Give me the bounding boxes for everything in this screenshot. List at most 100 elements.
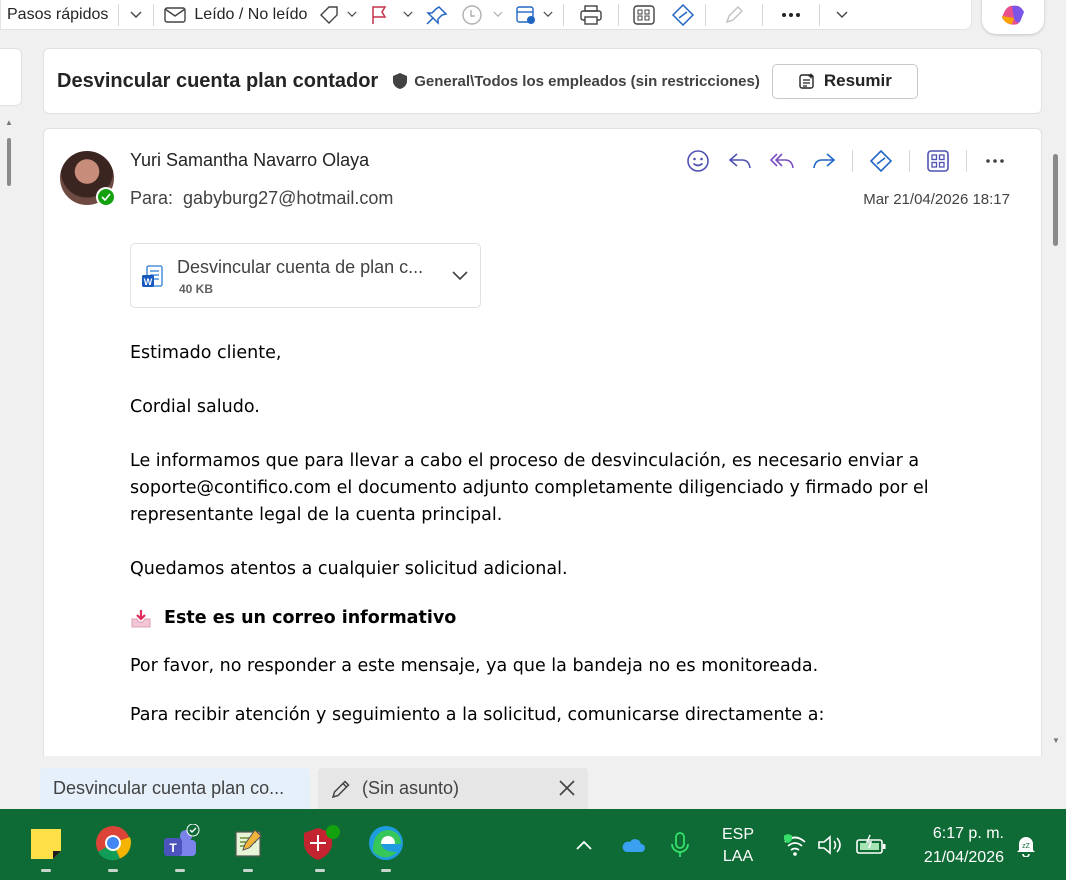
printer-icon [580,4,603,25]
envelope-icon [164,6,187,23]
recipient-line: Para: gabyburg27@hotmail.com [130,188,393,209]
read-unread-button[interactable]: Leído / No leído [158,0,313,29]
shield-app-icon [304,825,340,860]
read-unread-label: Leído / No leído [194,5,308,23]
sender-name[interactable]: Yuri Samantha Navarro Olaya [130,150,369,171]
quick-steps-dropdown[interactable] [123,0,149,29]
pen-button[interactable] [710,0,758,29]
smiley-icon [687,150,709,172]
scrollbar-thumb[interactable] [7,138,11,186]
battery-icon [856,834,886,854]
attachment-card[interactable]: W Desvincular cuenta de plan c... 40 KB [130,243,481,308]
chevron-down-icon [347,11,357,17]
loop-button[interactable] [867,147,895,175]
chevron-down-icon [543,11,553,17]
body-salutation: Cordial saludo. [130,397,260,417]
divider [762,3,764,26]
sensitivity-label[interactable]: General\Todos los empleados (sin restric… [392,72,760,90]
scroll-up-icon[interactable]: ▲ [5,118,13,127]
teams-app[interactable]: T [160,823,200,872]
edge-icon [369,826,403,860]
forward-button[interactable] [810,147,838,175]
svg-text:W: W [144,277,153,287]
quick-steps-button[interactable]: Pasos rápidos [1,0,114,29]
divider [563,3,565,26]
microphone-icon [671,831,689,857]
quick-steps-label: Pasos rápidos [7,5,109,23]
notifications-button[interactable]: zZ [1014,809,1038,880]
presence-indicator [96,187,116,207]
folder-pane-edge[interactable] [0,48,22,106]
divider [852,150,853,172]
scroll-down-icon[interactable]: ▼ [1052,736,1060,745]
react-button[interactable] [684,147,712,175]
check-icon [98,189,114,205]
ribbon-expand-button[interactable] [824,0,860,29]
rules-button[interactable] [509,0,559,29]
apps-button[interactable] [623,0,665,29]
reading-pane: Yuri Samantha Navarro Olaya Para: gabybur… [43,128,1042,756]
running-indicator [41,869,51,872]
body-paragraph-4: Para recibir atención y seguimiento a la… [130,705,825,725]
clock-date: 21/04/2026 [923,849,1004,866]
input-language[interactable]: ESP LAA [722,824,754,868]
attachment-name: Desvincular cuenta de plan c... [177,257,424,277]
message-body: Estimado cliente, Cordial saludo. Le inf… [130,340,970,729]
divider [618,3,620,26]
tab-open-message[interactable]: Desvincular cuenta plan co... [40,768,310,809]
snooze-button[interactable] [455,0,509,29]
running-indicator [381,869,391,872]
divider [909,150,910,172]
pen-icon [726,5,744,23]
chevron-down-icon [130,11,142,18]
reading-pane-scrollbar[interactable]: ▼ [1047,128,1066,756]
pencil-icon [331,779,350,798]
language-code: ESP [722,826,755,843]
tab-label: Desvincular cuenta plan co... [53,778,285,798]
scrollbar-thumb[interactable] [1053,154,1058,246]
network-tray[interactable] [782,809,808,880]
attachment-menu-button[interactable] [452,268,468,286]
message-list-scrollbar[interactable]: ▲ ▼ [2,112,16,808]
flag-button[interactable] [363,0,419,29]
more-actions-button[interactable] [981,147,1009,175]
body-greeting: Estimado cliente, [130,343,282,363]
close-icon[interactable] [558,779,576,797]
apps-button[interactable] [924,147,952,175]
summarize-label: Resumir [823,71,892,90]
reply-all-button[interactable] [768,147,796,175]
onedrive-tray[interactable] [620,809,646,880]
sticky-notes-app[interactable] [26,823,66,872]
battery-tray[interactable] [855,809,887,880]
clock-icon [462,4,483,25]
chrome-app[interactable] [93,823,133,872]
copilot-button[interactable] [982,0,1044,34]
microphone-tray[interactable] [670,809,690,880]
summarize-button[interactable]: Resumir [771,63,918,99]
sensitivity-text: General\Todos los empleados (sin restric… [414,72,760,90]
vpn-app[interactable] [300,823,340,872]
body-paragraph-3: Por favor, no responder a este mensaje, … [130,656,819,676]
running-indicator [243,869,253,872]
divider [705,3,707,26]
subject-header: Desvincular cuenta plan contador General… [43,48,1042,114]
show-hidden-icons-button[interactable] [575,809,593,880]
categorize-button[interactable] [313,0,363,29]
notepad-app[interactable] [228,823,268,872]
attachment-size: 40 KB [179,282,214,296]
recipient-address[interactable]: gabyburg27@hotmail.com [183,188,393,208]
loop-button[interactable] [665,0,701,29]
pin-button[interactable] [419,0,455,29]
reply-button[interactable] [726,147,754,175]
print-button[interactable] [568,0,614,29]
more-options-button[interactable] [767,0,815,29]
volume-tray[interactable] [817,809,845,880]
pin-icon [426,5,448,25]
taskbar-clock[interactable]: 6:17 p. m. 21/04/2026 [908,822,1004,870]
edge-app[interactable] [366,823,406,872]
apps-icon [633,4,656,25]
to-label: Para: [130,188,174,208]
tab-draft[interactable]: (Sin asunto) [318,768,588,809]
info-heading: Este es un correo informativo [130,605,970,632]
more-icon [782,12,801,17]
